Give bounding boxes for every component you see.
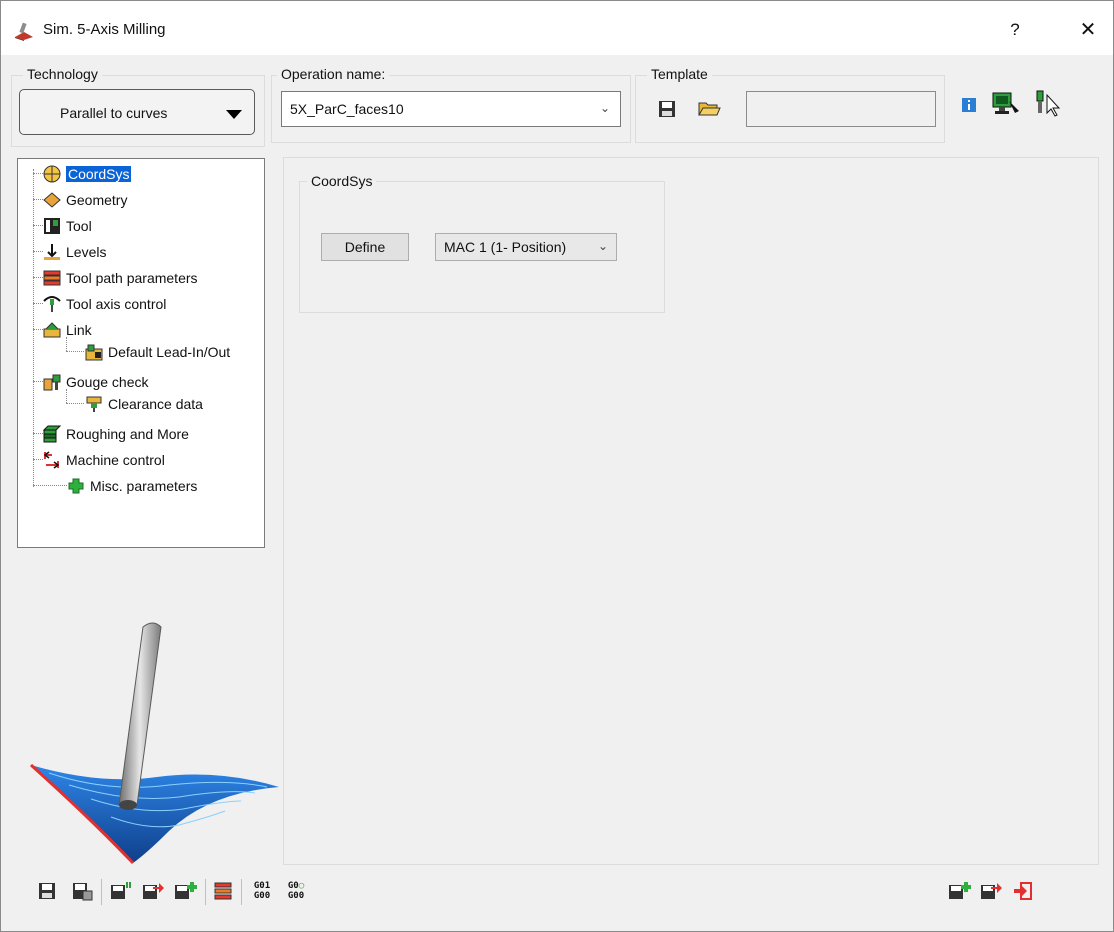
info-icon[interactable] <box>961 97 977 113</box>
dialog-window: Sim. 5-Axis Milling ? ✕ Technology Paral… <box>0 0 1114 932</box>
title-bar: Sim. 5-Axis Milling ? ✕ <box>1 1 1113 55</box>
define-button[interactable]: Define <box>321 233 409 261</box>
clearance-icon <box>86 396 102 412</box>
tool-icon <box>44 218 60 234</box>
parameter-tree: CoordSys Geometry Tool Levels Tool path … <box>17 158 265 548</box>
tree-item-clearance-data[interactable]: Clearance data <box>84 393 203 415</box>
tree-item-misc-parameters[interactable]: Misc. parameters <box>66 475 197 497</box>
g0-label: G0◯ <box>287 881 305 891</box>
link-icon <box>43 322 61 338</box>
tree-item-label: Misc. parameters <box>90 478 198 494</box>
lead-in-out-icon <box>85 344 103 361</box>
coordsys-group-label: CoordSys <box>307 173 377 189</box>
g01-g00-button[interactable]: G01 G00 <box>249 881 275 901</box>
tree-item-label: Geometry <box>66 192 128 208</box>
tree-item-label: Tool <box>66 218 92 234</box>
save-add-icon[interactable] <box>173 881 197 901</box>
tree-item-label: CoordSys <box>66 166 132 182</box>
save-template-icon[interactable] <box>657 99 677 119</box>
geometry-icon <box>43 192 61 208</box>
technology-label: Technology <box>23 66 102 82</box>
tree-item-label: Gouge check <box>66 374 149 390</box>
technology-dropdown[interactable]: Parallel to curves <box>19 89 255 135</box>
toolbar-separator <box>101 879 102 905</box>
exit-icon[interactable] <box>1013 881 1033 901</box>
levels-icon <box>44 244 60 260</box>
tree-item-gouge-check[interactable]: Gouge check <box>42 371 149 393</box>
tree-item-tool[interactable]: Tool <box>42 215 92 237</box>
milling-surface-illustration <box>29 622 279 865</box>
g00-label: G00 <box>287 891 305 901</box>
tool-path-icon <box>43 270 61 286</box>
tree-item-tool-path-parameters[interactable]: Tool path parameters <box>42 267 198 289</box>
g0-g00-button[interactable]: G0◯ G00 <box>283 881 309 901</box>
tree-item-label: Levels <box>66 244 107 260</box>
simulation-icon[interactable] <box>991 91 1021 117</box>
save-export-icon[interactable] <box>141 881 165 901</box>
tree-item-machine-control[interactable]: Machine control <box>42 449 165 471</box>
technology-value: Parallel to curves <box>60 105 168 121</box>
help-button[interactable]: ? <box>1003 17 1027 43</box>
save-calculate-icon[interactable] <box>109 881 133 901</box>
close-button[interactable]: ✕ <box>1073 15 1103 45</box>
template-field[interactable] <box>746 91 936 127</box>
misc-parameters-icon <box>68 478 84 494</box>
tool-axis-icon <box>43 296 61 312</box>
template-label: Template <box>647 66 712 82</box>
tree-item-link[interactable]: Link <box>42 319 92 341</box>
operation-name-combo[interactable]: 5X_ParC_faces10 ⌄ <box>281 91 621 127</box>
save-as-icon[interactable] <box>71 881 93 901</box>
tree-item-label: Roughing and More <box>66 426 189 442</box>
tree-item-default-lead-in-out[interactable]: Default Lead-In/Out <box>84 341 230 363</box>
mac-position-value: MAC 1 (1- Position) <box>444 239 567 255</box>
gouge-check-icon <box>43 374 61 391</box>
pick-tool-icon[interactable] <box>1031 89 1063 117</box>
tree-item-label: Link <box>66 322 92 338</box>
save-icon[interactable] <box>37 881 57 901</box>
tree-item-geometry[interactable]: Geometry <box>42 189 127 211</box>
tree-item-label: Tool axis control <box>66 296 167 312</box>
tree-item-tool-axis-control[interactable]: Tool axis control <box>42 293 166 315</box>
dropdown-arrow-icon <box>226 110 242 119</box>
mac-position-select[interactable]: MAC 1 (1- Position) ⌄ <box>435 233 617 261</box>
tree-item-label: Machine control <box>66 452 165 468</box>
coordsys-icon <box>43 165 61 183</box>
tree-item-roughing-and-more[interactable]: Roughing and More <box>42 423 189 445</box>
toolbar-separator <box>241 879 242 905</box>
chevron-down-icon: ⌄ <box>597 239 608 253</box>
tree-item-label: Default Lead-In/Out <box>108 344 231 360</box>
open-folder-icon[interactable] <box>697 97 721 119</box>
operation-label: Operation name: <box>277 66 390 82</box>
g01-label: G01 <box>253 881 271 891</box>
save-add-icon[interactable] <box>947 881 971 901</box>
machine-control-icon <box>43 451 60 469</box>
chevron-down-icon: ⌄ <box>599 101 610 115</box>
toolbar-separator <box>205 879 206 905</box>
tree-item-levels[interactable]: Levels <box>42 241 106 263</box>
save-exit-icon[interactable] <box>979 881 1003 901</box>
tree-item-label: Tool path parameters <box>66 270 198 286</box>
tool-path-icon[interactable] <box>213 881 233 901</box>
window-title: Sim. 5-Axis Milling <box>43 21 166 38</box>
tree-item-coordsys[interactable]: CoordSys <box>42 163 132 185</box>
roughing-icon <box>42 425 62 443</box>
operation-name-value: 5X_ParC_faces10 <box>290 101 404 117</box>
tree-item-label: Clearance data <box>108 396 203 412</box>
g00-label: G00 <box>253 891 271 901</box>
app-icon <box>15 22 33 41</box>
